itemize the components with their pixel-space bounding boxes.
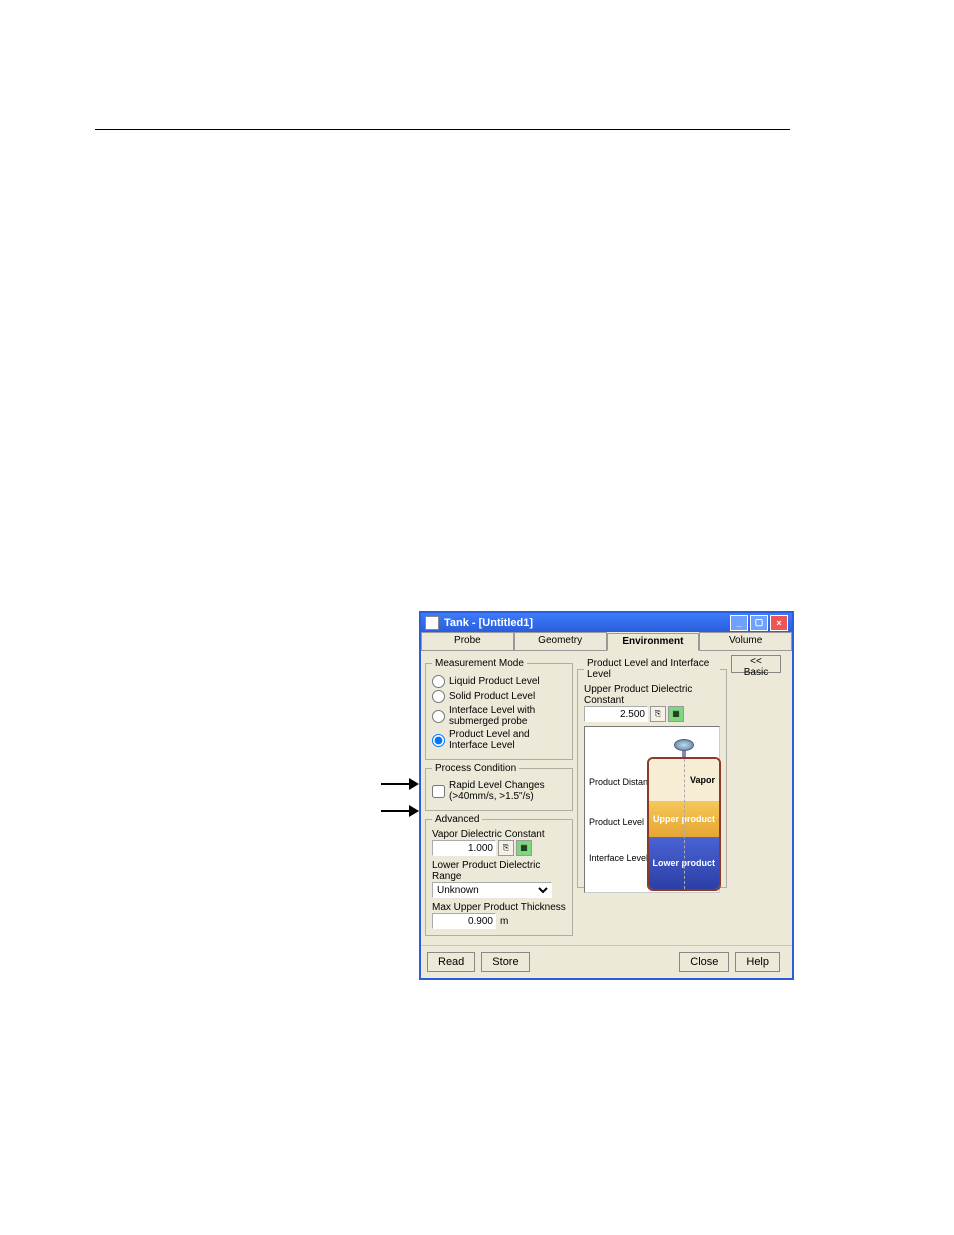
process-condition-legend: Process Condition [432,763,519,774]
button-row: Read Store Close Help [421,945,792,978]
tab-probe[interactable]: Probe [421,632,514,650]
vdc-calc-icon[interactable]: ▦ [516,840,532,856]
measurement-mode-group: Measurement Mode Liquid Product Level So… [425,658,573,760]
tank-window: Tank - [Untitled1] _ ▢ × Probe Geometry … [419,611,794,980]
pli-legend: Product Level and Interface Level [584,658,720,680]
help-button[interactable]: Help [735,952,780,972]
advanced-legend: Advanced [432,814,482,825]
tab-volume[interactable]: Volume [699,632,792,650]
measurement-mode-legend: Measurement Mode [432,658,527,669]
annotation-arrow-vdc [381,774,421,794]
pli-group: Product Level and Interface Level Upper … [577,658,727,888]
radio-liquid[interactable]: Liquid Product Level [432,675,566,688]
lpdr-label: Lower Product Dielectric Range [432,860,566,882]
label-interface-level: Interface Level [589,853,648,863]
app-icon [425,616,439,630]
advanced-group: Advanced Vapor Dielectric Constant ⎘ ▦ L… [425,814,573,936]
window-title: Tank - [Untitled1] [444,617,533,629]
mupt-unit: m [500,916,508,927]
radio-product-and-interface[interactable]: Product Level and Interface Level [432,729,566,751]
updc-label: Upper Product Dielectric Constant [584,684,720,706]
maximize-button[interactable]: ▢ [750,615,768,631]
close-button[interactable]: × [770,615,788,631]
process-condition-group: Process Condition Rapid Level Changes (>… [425,763,573,811]
tank-probe-line [684,759,685,889]
basic-button[interactable]: << Basic [731,655,781,673]
label-product-level: Product Level [589,817,644,827]
radio-interface-submerged[interactable]: Interface Level with submerged probe [432,705,566,727]
close-dialog-button[interactable]: Close [679,952,729,972]
mupt-input[interactable] [432,913,496,929]
mupt-label: Max Upper Product Thickness [432,902,566,913]
updc-input[interactable] [584,706,648,722]
annotation-arrow-lpdr [381,801,421,821]
tab-environment[interactable]: Environment [607,633,700,651]
radio-solid[interactable]: Solid Product Level [432,690,566,703]
vdc-input[interactable] [432,840,496,856]
vdc-label: Vapor Dielectric Constant [432,829,566,840]
read-button[interactable]: Read [427,952,475,972]
rapid-level-checkbox[interactable]: Rapid Level Changes (>40mm/s, >1.5"/s) [432,780,566,802]
titlebar[interactable]: Tank - [Untitled1] _ ▢ × [421,613,792,632]
tank-diagram: Product Distance Product Level Interface… [584,726,720,893]
updc-helper-icon[interactable]: ⎘ [650,706,666,722]
store-button[interactable]: Store [481,952,529,972]
updc-calc-icon[interactable]: ▦ [668,706,684,722]
tab-row: Probe Geometry Environment Volume [421,632,792,650]
tab-geometry[interactable]: Geometry [514,632,607,650]
vdc-helper-icon[interactable]: ⎘ [498,840,514,856]
minimize-button[interactable]: _ [730,615,748,631]
lpdr-select[interactable]: Unknown [432,882,552,898]
tank-transmitter-icon [674,739,694,757]
